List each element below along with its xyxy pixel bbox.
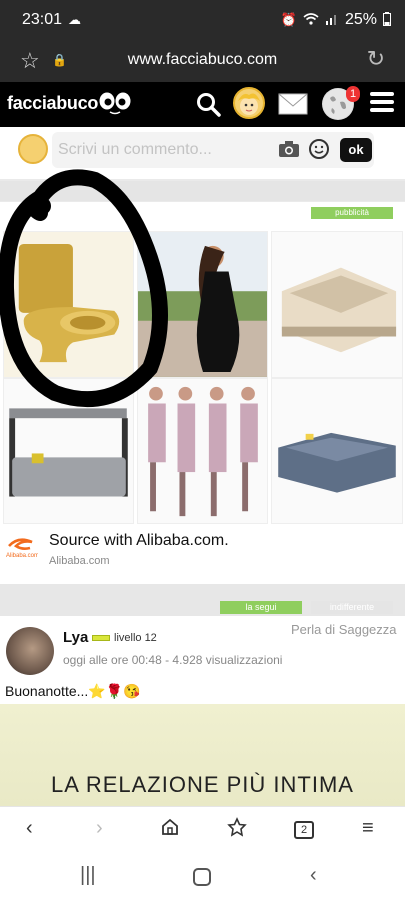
emoji-icon[interactable] bbox=[309, 139, 329, 159]
status-bar: 23:01 ☁ ⏰ 25% bbox=[0, 0, 405, 40]
author-level: livello 12 bbox=[114, 632, 157, 644]
home-button-icon[interactable] bbox=[193, 868, 211, 886]
tabs-icon[interactable]: 2 bbox=[294, 821, 314, 839]
reload-icon[interactable]: ↻ bbox=[367, 46, 385, 72]
author-name[interactable]: Lya bbox=[63, 629, 88, 646]
logo-eyes-icon bbox=[99, 92, 131, 115]
ad-tile-bed[interactable] bbox=[271, 231, 403, 378]
notification-badge: 1 bbox=[346, 86, 360, 102]
menu-icon[interactable] bbox=[370, 92, 394, 116]
ignore-button[interactable]: indifferente bbox=[311, 601, 393, 614]
comment-composer: Scrivi un commento... ok bbox=[0, 127, 405, 179]
browser-bottom-nav: ‹ › 2 ≡ bbox=[0, 806, 405, 854]
site-header: facciabuco 1 bbox=[0, 82, 405, 127]
post-text: Buonanotte...⭐🌹😘 bbox=[5, 683, 141, 699]
cloud-icon: ☁ bbox=[68, 12, 82, 27]
ad-subtitle: Alibaba.com bbox=[49, 555, 110, 567]
site-logo[interactable]: facciabuco bbox=[7, 93, 98, 114]
recent-apps-icon[interactable]: ||| bbox=[80, 864, 96, 887]
status-time: 23:01 bbox=[22, 11, 63, 28]
browser-address-bar: ☆ 🔒 www.facciabuco.com ↻ bbox=[0, 40, 405, 82]
ad-label: pubblicità bbox=[311, 207, 393, 219]
forward-icon[interactable]: › bbox=[96, 817, 103, 840]
post-meta: oggi alle ore 00:48 - 4.928 visualizzazi… bbox=[63, 653, 283, 667]
ad-tile-woman[interactable] bbox=[137, 231, 268, 378]
post-category[interactable]: Perla di Saggezza bbox=[291, 622, 397, 637]
wifi-icon bbox=[303, 12, 319, 28]
ad-tile-sofa-bed[interactable] bbox=[271, 378, 403, 524]
user-avatar bbox=[18, 134, 48, 164]
alibaba-logo-icon: Alibaba.com bbox=[6, 538, 38, 558]
follow-button[interactable]: la segui bbox=[220, 601, 302, 614]
system-back-icon[interactable]: ‹ bbox=[310, 864, 317, 887]
separator bbox=[0, 181, 405, 201]
author-avatar[interactable] bbox=[6, 627, 54, 675]
menu-icon[interactable]: ≡ bbox=[362, 817, 374, 840]
signal-icon bbox=[325, 13, 339, 28]
ad-tile-bunkbed[interactable] bbox=[3, 378, 134, 524]
post-card: Lya livello 12 Perla di Saggezza oggi al… bbox=[0, 616, 405, 806]
ad-tile-women-outfits[interactable] bbox=[137, 378, 268, 524]
level-bar-icon bbox=[92, 635, 110, 641]
post-image-text: LA RELAZIONE PIÙ INTIMA bbox=[51, 772, 354, 797]
battery-text: 25% bbox=[344, 11, 377, 28]
bookmarks-icon[interactable] bbox=[227, 817, 249, 843]
submit-comment-button[interactable]: ok bbox=[340, 138, 372, 162]
system-nav-bar: ||| ‹ bbox=[0, 854, 405, 900]
url-field[interactable]: www.facciabuco.com bbox=[0, 51, 405, 69]
battery-icon bbox=[383, 11, 391, 29]
back-icon[interactable]: ‹ bbox=[26, 817, 33, 840]
ad-title[interactable]: Source with Alibaba.com. bbox=[49, 532, 229, 550]
post-image[interactable]: LA RELAZIONE PIÙ INTIMA bbox=[0, 704, 405, 806]
ad-block[interactable]: pubblicità ▷✕ Alibaba.com Source with Al… bbox=[0, 202, 405, 584]
ad-footer[interactable]: Alibaba.com Source with Alibaba.com. Ali… bbox=[0, 526, 405, 584]
avatar-icon[interactable] bbox=[233, 87, 265, 119]
ad-tile-toilet[interactable] bbox=[3, 231, 134, 378]
alarm-icon: ⏰ bbox=[280, 12, 297, 27]
mail-icon[interactable] bbox=[278, 93, 308, 115]
screen: 23:01 ☁ ⏰ 25% ☆ 🔒 www.facciabuco.com ↻ f… bbox=[0, 0, 405, 900]
search-icon[interactable] bbox=[196, 92, 222, 118]
camera-icon[interactable] bbox=[278, 140, 300, 158]
svg-text:Alibaba.com: Alibaba.com bbox=[6, 553, 38, 558]
home-icon[interactable] bbox=[160, 817, 180, 843]
